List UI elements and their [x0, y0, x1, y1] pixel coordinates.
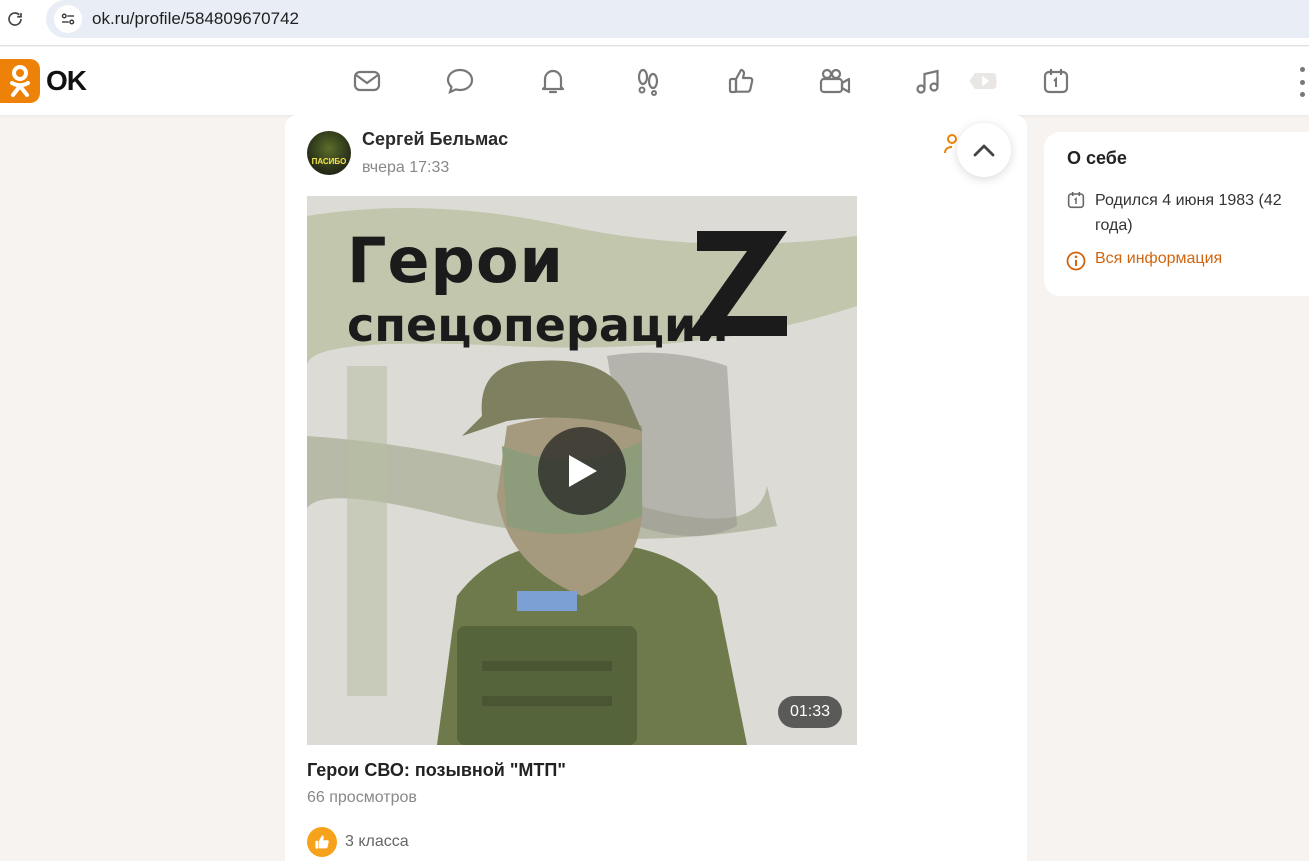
url-text[interactable]: ok.ru/profile/584809670742 — [92, 9, 299, 29]
calendar-icon — [1067, 192, 1085, 209]
address-bar[interactable]: ok.ru/profile/584809670742 — [46, 0, 1309, 38]
ok-logo[interactable]: OK — [0, 59, 87, 103]
poster-title-line2: спецоперации — [347, 298, 729, 352]
like-icon — [307, 827, 337, 857]
scroll-up-button[interactable] — [957, 123, 1011, 177]
video-play-icon[interactable] — [966, 64, 1000, 98]
chat-icon[interactable] — [443, 64, 477, 98]
music-icon[interactable] — [911, 64, 945, 98]
feed-post: ПАСИБО Сергей Бельмас вчера 17:33 Герои … — [285, 115, 1027, 861]
play-button[interactable] — [538, 427, 626, 515]
author-avatar[interactable]: ПАСИБО — [307, 131, 351, 175]
footprints-icon[interactable] — [631, 64, 665, 98]
like-summary[interactable]: 3 класса — [307, 827, 409, 857]
like-count: 3 класса — [345, 833, 409, 850]
site-settings-icon[interactable] — [54, 5, 82, 33]
all-info-link[interactable]: Вся информация — [1095, 250, 1222, 268]
bell-icon[interactable] — [536, 64, 570, 98]
thumbs-up-icon[interactable] — [724, 64, 758, 98]
ok-logo-icon — [0, 59, 40, 103]
birth-date: Родился 4 июня 1983 (42 года) — [1095, 192, 1282, 234]
post-time: вчера 17:33 — [362, 159, 450, 176]
logo-text: OK — [46, 65, 87, 96]
video-title[interactable]: Герои СВО: позывной "МТП" — [307, 760, 566, 781]
more-menu-icon[interactable] — [1296, 67, 1309, 97]
mail-icon[interactable] — [350, 64, 384, 98]
play-icon — [569, 455, 597, 487]
video-player[interactable]: Герои спецоперации 01:33 — [307, 196, 857, 745]
video-duration: 01:33 — [778, 696, 843, 728]
calendar-icon[interactable] — [1039, 64, 1073, 98]
poster-title-line1: Герои — [347, 224, 564, 297]
author-name[interactable]: Сергей Бельмас — [362, 129, 508, 150]
chevron-up-icon — [973, 144, 995, 157]
site-header: OK — [0, 47, 1309, 115]
info-icon — [1066, 251, 1086, 271]
avatar-label: ПАСИБО — [311, 157, 347, 166]
browser-toolbar: ok.ru/profile/584809670742 — [0, 0, 1309, 46]
reload-icon[interactable] — [4, 8, 26, 30]
about-card: О себе Родился 4 июня 1983 (42 года) Вся… — [1044, 132, 1309, 296]
video-camera-icon[interactable] — [818, 64, 852, 98]
view-count: 66 просмотров — [307, 789, 417, 806]
about-title: О себе — [1067, 148, 1127, 168]
